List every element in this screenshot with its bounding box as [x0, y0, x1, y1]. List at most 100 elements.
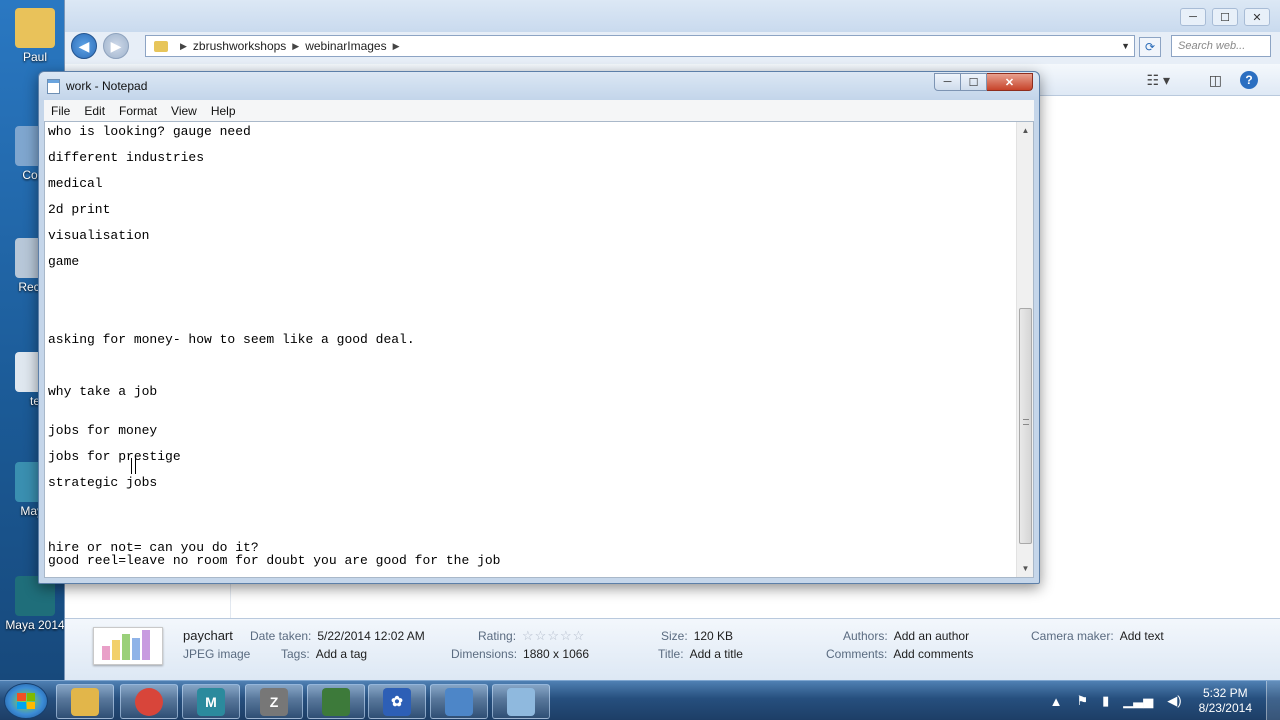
title-label: Title:	[658, 647, 684, 661]
date-taken-value[interactable]: 5/22/2014 12:02 AM	[317, 629, 424, 643]
text-line: visualisation	[48, 228, 150, 243]
back-arrow-icon: ◀	[78, 37, 90, 54]
network-icon[interactable]: ▁▃▅	[1123, 693, 1153, 709]
chevron-down-icon[interactable]: ▼	[1121, 41, 1130, 51]
text-line: good reel=leave no room for doubt you ar…	[48, 553, 501, 568]
menu-help[interactable]: Help	[204, 104, 243, 118]
notepad-icon	[47, 79, 60, 94]
explorer-window-controls: ─ ☐ ✕	[1180, 8, 1270, 26]
rating-label: Rating:	[478, 629, 517, 643]
file-thumbnail	[93, 627, 163, 665]
forward-button[interactable]: ▶	[103, 33, 129, 59]
scrollbar-thumb[interactable]	[1019, 308, 1032, 544]
volume-icon[interactable]: ◀)	[1167, 693, 1181, 709]
notepad-window: work - Notepad ─ ☐ ✕ File Edit Format Vi…	[38, 71, 1040, 584]
comments-value[interactable]: Add comments	[893, 647, 973, 661]
taskbar-zbrush-button[interactable]: Z	[245, 684, 303, 719]
show-desktop-button[interactable]	[1266, 681, 1280, 720]
address-bar[interactable]: ▶ zbrushworkshops ▶ webinarImages ▶ ▼	[145, 35, 1135, 57]
tags-value[interactable]: Add a tag	[316, 647, 367, 661]
grip-icon	[1023, 419, 1029, 425]
chevron-right-icon: ▶	[392, 40, 400, 51]
date-taken-label: Date taken:	[250, 629, 312, 643]
folder-icon	[154, 40, 168, 52]
scroll-down-arrow-icon[interactable]: ▼	[1017, 560, 1033, 577]
logo-quadrant	[17, 701, 26, 709]
details-pane: paychart JPEG image Date taken: 5/22/2014…	[65, 618, 1280, 680]
refresh-button[interactable]: ⟳	[1139, 37, 1161, 57]
taskbar-flower-app-button[interactable]: ✿	[368, 684, 426, 719]
authors-value[interactable]: Add an author	[894, 629, 969, 643]
tags-label: Tags:	[281, 647, 310, 661]
file-name: paychart	[183, 628, 233, 643]
camera-maker-value[interactable]: Add text	[1120, 629, 1164, 643]
search-input[interactable]: Search web...	[1171, 35, 1271, 57]
show-hidden-icons-icon[interactable]: ▲	[1050, 694, 1063, 709]
power-icon[interactable]: ▮	[1102, 693, 1109, 709]
menu-view[interactable]: View	[164, 104, 204, 118]
text-line: game	[48, 254, 80, 269]
close-button[interactable]: ✕	[987, 73, 1033, 91]
clock[interactable]: 5:32 PM 8/23/2014	[1199, 686, 1252, 716]
action-center-flag-icon[interactable]: ⚑	[1076, 693, 1088, 709]
text-line: asking for money- how to seem like a goo…	[48, 332, 415, 347]
maximize-button[interactable]: ☐	[1212, 8, 1238, 26]
text-line: strategic jobs	[48, 475, 158, 490]
breadcrumb-item[interactable]: webinarImages	[305, 39, 386, 53]
taskbar-maya-button[interactable]: M	[182, 684, 240, 719]
desktop-icon-label: Maya 2014	[5, 618, 65, 632]
notepad-titlebar[interactable]: work - Notepad ─ ☐ ✕	[39, 72, 1039, 100]
taskbar-notepad-button[interactable]	[492, 684, 550, 719]
zbrush-icon: Z	[260, 687, 288, 716]
menu-file[interactable]: File	[44, 104, 77, 118]
taskbar-control-panel-button[interactable]	[430, 684, 488, 719]
taskbar: M Z ✿ ▲ ⚑ ▮ ▁▃▅ ◀) 5:32 PM 8/23/2014	[0, 680, 1280, 720]
taskbar-terminal-button[interactable]	[307, 684, 365, 719]
desktop-icon-user-folder[interactable]: Paul	[4, 8, 66, 64]
windows-logo-icon	[17, 693, 35, 709]
file-type: JPEG image	[183, 647, 251, 661]
taskbar-chrome-button[interactable]	[120, 684, 178, 719]
view-options-icon[interactable]: ☷ ▾	[1147, 72, 1170, 89]
chevron-right-icon: ▶	[292, 40, 300, 51]
notepad-icon	[507, 687, 535, 716]
breadcrumb-item[interactable]: zbrushworkshops	[193, 39, 286, 53]
thumbnail-bar	[112, 640, 120, 660]
notepad-window-controls: ─ ☐ ✕	[934, 73, 1033, 91]
back-button[interactable]: ◀	[71, 33, 97, 59]
start-button[interactable]	[4, 683, 48, 719]
desktop-icon-label: Paul	[22, 50, 48, 64]
title-value[interactable]: Add a title	[690, 647, 743, 661]
text-editor-area[interactable]: who is looking? gauge need different ind…	[44, 121, 1034, 578]
folder-icon	[15, 8, 55, 48]
chrome-icon	[135, 687, 163, 716]
dimensions-value: 1880 x 1066	[523, 647, 590, 661]
refresh-icon: ⟳	[1144, 40, 1156, 54]
size-value: 120 KB	[693, 629, 734, 643]
desktop-icon-maya-2014[interactable]: Maya 2014	[4, 576, 66, 632]
menu-format[interactable]: Format	[112, 104, 164, 118]
close-button[interactable]: ✕	[1244, 8, 1270, 26]
explorer-titlebar: ─ ☐ ✕	[65, 0, 1280, 32]
forward-arrow-icon: ▶	[110, 37, 122, 54]
preview-pane-icon[interactable]: ◫	[1209, 72, 1222, 89]
minimize-button[interactable]: ─	[1180, 8, 1206, 26]
text-cursor-icon	[131, 458, 136, 474]
maximize-button[interactable]: ☐	[961, 73, 987, 91]
comments-label: Comments:	[826, 647, 888, 661]
thumbnail-bar	[102, 646, 110, 660]
thumbnail-bar	[142, 630, 150, 660]
clock-date: 8/23/2014	[1198, 701, 1252, 715]
scroll-up-arrow-icon[interactable]: ▲	[1017, 122, 1033, 139]
vertical-scrollbar[interactable]: ▲ ▼	[1016, 122, 1033, 577]
help-button[interactable]: ?	[1240, 71, 1258, 89]
menu-bar: File Edit Format View Help	[44, 100, 1034, 121]
text-line: jobs for money	[48, 423, 158, 438]
menu-edit[interactable]: Edit	[77, 104, 112, 118]
taskbar-explorer-button[interactable]	[56, 684, 114, 719]
text-line: different industries	[48, 150, 205, 165]
camera-maker-label: Camera maker:	[1031, 629, 1114, 643]
text-line: jobs for prestige	[48, 449, 181, 464]
minimize-button[interactable]: ─	[934, 73, 961, 91]
rating-stars[interactable]: ☆☆☆☆☆	[522, 628, 585, 643]
